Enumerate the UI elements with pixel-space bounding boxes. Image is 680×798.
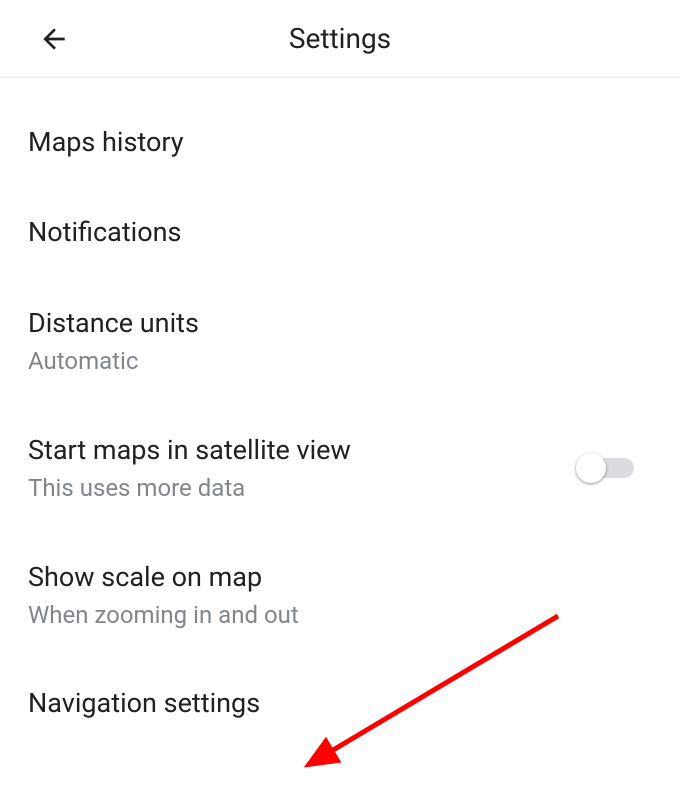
settings-item-title: Notifications: [28, 214, 181, 250]
settings-item-satellite-view[interactable]: Start maps in satellite view This uses m…: [0, 386, 680, 513]
arrow-back-icon: [38, 23, 70, 55]
settings-item-navigation-settings[interactable]: Navigation settings: [0, 639, 680, 721]
toggle-knob: [576, 453, 606, 483]
settings-list: Maps history Notifications Distance unit…: [0, 78, 680, 722]
settings-item-title: Maps history: [28, 124, 184, 160]
settings-item-subtitle: When zooming in and out: [28, 599, 299, 631]
settings-item-notifications[interactable]: Notifications: [0, 168, 680, 258]
back-button[interactable]: [36, 21, 72, 57]
settings-item-title: Show scale on map: [28, 559, 299, 595]
settings-item-maps-history[interactable]: Maps history: [0, 78, 680, 168]
settings-item-distance-units[interactable]: Distance units Automatic: [0, 259, 680, 386]
settings-item-subtitle: This uses more data: [28, 472, 351, 504]
settings-item-title: Navigation settings: [28, 685, 260, 721]
satellite-toggle[interactable]: [578, 458, 634, 478]
settings-item-title: Distance units: [28, 305, 199, 341]
settings-item-show-scale[interactable]: Show scale on map When zooming in and ou…: [0, 513, 680, 640]
settings-item-subtitle: Automatic: [28, 345, 199, 377]
app-header: Settings: [0, 0, 680, 78]
settings-item-title: Start maps in satellite view: [28, 432, 351, 468]
page-title: Settings: [289, 22, 391, 55]
